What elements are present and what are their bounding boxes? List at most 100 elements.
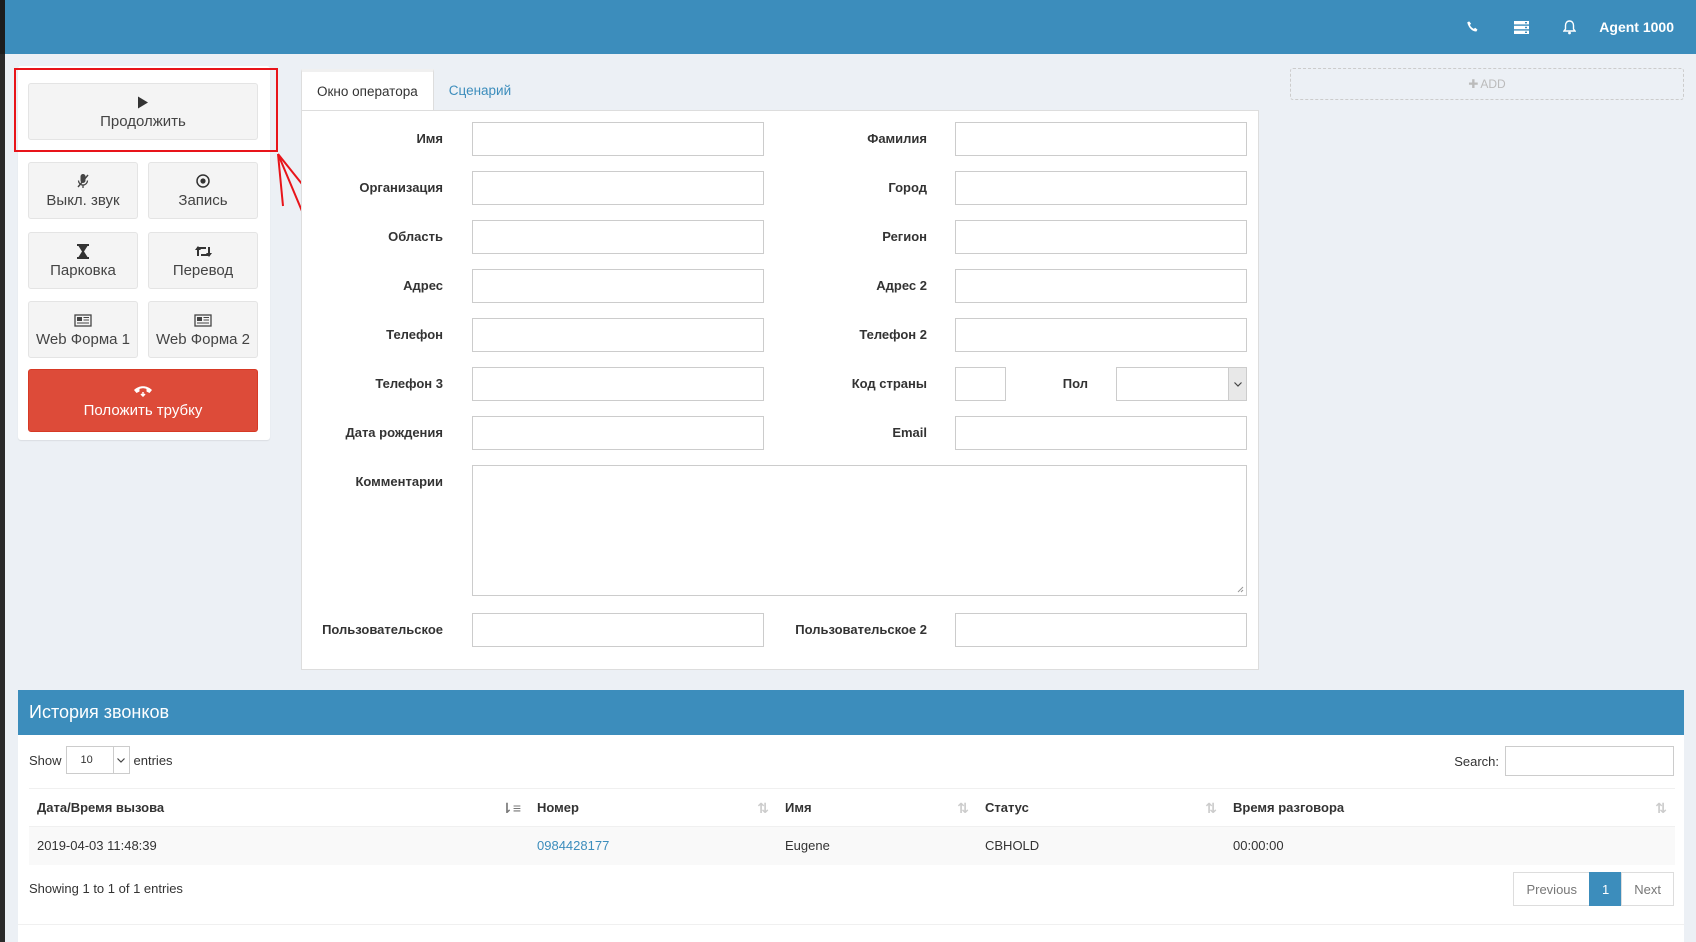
sort-icon: ⇅: [1205, 800, 1217, 816]
address2-label: Адрес 2: [876, 278, 927, 293]
cell-status: CBHOLD: [977, 826, 1225, 865]
custom-label: Пользовательское: [322, 622, 443, 637]
navbar-right: Agent 1000: [1449, 0, 1684, 54]
organization-input[interactable]: [472, 171, 764, 205]
search-label: Search:: [1454, 753, 1499, 769]
call-controls-panel: Продолжить Выкл. звук Запись Парковка Пе…: [18, 66, 270, 440]
webform1-button-label: Web Форма 1: [36, 331, 130, 348]
city-label: Город: [888, 180, 927, 195]
phone-icon[interactable]: [1449, 20, 1497, 34]
first-name-input[interactable]: [472, 122, 764, 156]
phone-hangup-icon: [133, 382, 153, 400]
birth-date-label: Дата рождения: [345, 425, 443, 440]
organization-label: Организация: [359, 180, 443, 195]
webform2-button-label: Web Форма 2: [156, 331, 250, 348]
country-code-input[interactable]: [955, 367, 1006, 401]
previous-page-button[interactable]: Previous: [1513, 872, 1591, 906]
page-length-select[interactable]: 10: [65, 746, 130, 774]
customer-form: Имя Фамилия Организация Город Область Ре…: [301, 110, 1259, 670]
page-1-button[interactable]: 1: [1589, 872, 1623, 906]
microphone-slash-icon: [76, 172, 90, 190]
transfer-button-label: Перевод: [172, 262, 234, 279]
area-input[interactable]: [472, 220, 764, 254]
address2-input[interactable]: [955, 269, 1247, 303]
table-search: Search:: [1454, 746, 1674, 776]
phone-input[interactable]: [472, 318, 764, 352]
newspaper-icon: [194, 311, 212, 329]
search-input[interactable]: [1505, 746, 1674, 776]
region-input[interactable]: [955, 220, 1247, 254]
email-input[interactable]: [955, 416, 1247, 450]
show-label: Show: [29, 752, 62, 768]
continue-button[interactable]: Продолжить: [28, 83, 258, 140]
webform1-button[interactable]: Web Форма 1: [28, 301, 138, 358]
sort-desc-icon: ⇂≡: [501, 800, 521, 816]
last-name-input[interactable]: [955, 122, 1247, 156]
area-label: Область: [388, 229, 443, 244]
table-header-row: Дата/Время вызова ⇂≡ Номер ⇅ Имя ⇅ Статус ⇅ …: [29, 788, 1675, 827]
hangup-button[interactable]: Положить трубку: [28, 369, 258, 432]
retweet-icon: [194, 242, 212, 260]
column-header-name[interactable]: Имя ⇅: [777, 788, 977, 827]
cell-datetime: 2019-04-03 11:48:39: [29, 826, 529, 865]
comments-label: Комментарии: [355, 474, 443, 489]
park-button-label: Парковка: [50, 262, 116, 279]
gender-select[interactable]: [1116, 367, 1247, 401]
column-header-status[interactable]: Статус ⇅: [977, 788, 1225, 827]
comments-textarea[interactable]: [472, 465, 1247, 596]
left-edge-strip: [0, 54, 5, 942]
agent-menu[interactable]: Agent 1000: [1593, 19, 1684, 35]
newspaper-icon: [74, 311, 92, 329]
address-label: Адрес: [403, 278, 443, 293]
phone2-input[interactable]: [955, 318, 1247, 352]
column-header-label: Дата/Время вызова: [37, 800, 165, 815]
call-history-table: Дата/Время вызова ⇂≡ Номер ⇅ Имя ⇅ Статус ⇅ …: [29, 788, 1675, 865]
birth-date-input[interactable]: [472, 416, 764, 450]
cell-number-link[interactable]: 0984428177: [529, 826, 777, 865]
call-history-title: История звонков: [18, 690, 1684, 735]
add-widget-button[interactable]: ✚ ADD: [1290, 68, 1684, 100]
column-header-duration[interactable]: Время разговора ⇅: [1225, 788, 1675, 827]
divider: [18, 924, 1684, 925]
resize-handle-icon[interactable]: [1237, 586, 1244, 593]
city-input[interactable]: [955, 171, 1247, 205]
next-page-button[interactable]: Next: [1621, 872, 1674, 906]
page-length-control: Show 10 entries: [29, 746, 173, 774]
tab-operator-window[interactable]: Окно оператора: [301, 69, 434, 111]
email-label: Email: [892, 425, 927, 440]
custom-input[interactable]: [472, 613, 764, 647]
column-header-label: Время разговора: [1233, 800, 1345, 815]
column-header-number[interactable]: Номер ⇅: [529, 788, 777, 827]
first-name-label: Имя: [416, 131, 443, 146]
record-button[interactable]: Запись: [148, 162, 258, 219]
mute-button[interactable]: Выкл. звук: [28, 162, 138, 219]
column-header-label: Номер: [537, 800, 579, 815]
bell-icon[interactable]: [1545, 19, 1593, 35]
webform2-button[interactable]: Web Форма 2: [148, 301, 258, 358]
play-icon: [137, 93, 149, 111]
phone-label: Телефон: [386, 327, 443, 342]
transfer-button[interactable]: Перевод: [148, 232, 258, 289]
left-edge: [0, 0, 5, 54]
custom2-label: Пользовательское 2: [795, 622, 927, 637]
server-icon[interactable]: [1497, 20, 1545, 34]
phone3-label: Телефон 3: [375, 376, 443, 391]
hourglass-icon: [77, 242, 89, 260]
continue-button-label: Продолжить: [100, 113, 186, 130]
park-button[interactable]: Парковка: [28, 232, 138, 289]
sort-icon: ⇅: [957, 800, 969, 816]
operator-tabs: Окно оператора Сценарий: [301, 69, 526, 111]
region-label: Регион: [882, 229, 927, 244]
entries-label: entries: [133, 752, 173, 768]
custom2-input[interactable]: [955, 613, 1247, 647]
column-header-datetime[interactable]: Дата/Время вызова ⇂≡: [29, 788, 529, 827]
page-length-value: 10: [80, 754, 93, 766]
mute-button-label: Выкл. звук: [46, 192, 120, 209]
address-input[interactable]: [472, 269, 764, 303]
column-header-label: Статус: [985, 800, 1029, 815]
phone3-input[interactable]: [472, 367, 764, 401]
sort-icon: ⇅: [1655, 800, 1667, 816]
cell-name: Eugene: [777, 826, 977, 865]
cell-duration: 00:00:00: [1225, 826, 1675, 865]
tab-script[interactable]: Сценарий: [434, 69, 526, 111]
